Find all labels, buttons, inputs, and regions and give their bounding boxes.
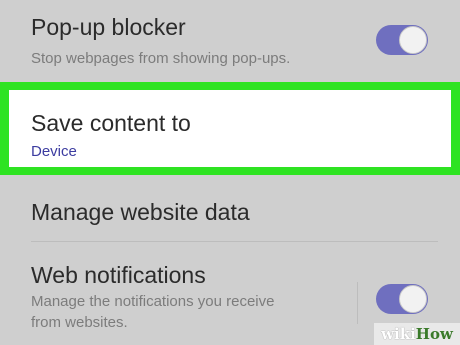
manage-website-data-title: Manage website data bbox=[31, 199, 250, 225]
popup-blocker-row[interactable]: Pop-up blocker Stop webpages from showin… bbox=[0, 0, 460, 82]
popup-blocker-title: Pop-up blocker bbox=[31, 14, 186, 40]
toggle-knob bbox=[399, 285, 427, 313]
web-notifications-subtitle-line1: Manage the notifications you receive bbox=[31, 293, 275, 310]
web-notifications-title: Web notifications bbox=[31, 262, 206, 288]
save-content-highlight: Save content to Device bbox=[0, 82, 460, 175]
wikihow-watermark: wikiHow bbox=[374, 323, 460, 345]
save-content-row[interactable]: Save content to Device bbox=[9, 90, 451, 167]
manage-website-data-row[interactable]: Manage website data bbox=[0, 175, 460, 241]
save-content-value: Device bbox=[31, 143, 77, 160]
watermark-part2: How bbox=[415, 325, 453, 343]
vertical-separator bbox=[357, 282, 358, 324]
popup-blocker-toggle[interactable] bbox=[376, 25, 428, 55]
save-content-title: Save content to bbox=[31, 110, 191, 136]
web-notifications-subtitle-line2: from websites. bbox=[31, 314, 128, 331]
toggle-knob bbox=[399, 26, 427, 54]
popup-blocker-subtitle: Stop webpages from showing pop-ups. bbox=[31, 50, 291, 67]
watermark-part1: wiki bbox=[381, 325, 416, 343]
web-notifications-toggle[interactable] bbox=[376, 284, 428, 314]
